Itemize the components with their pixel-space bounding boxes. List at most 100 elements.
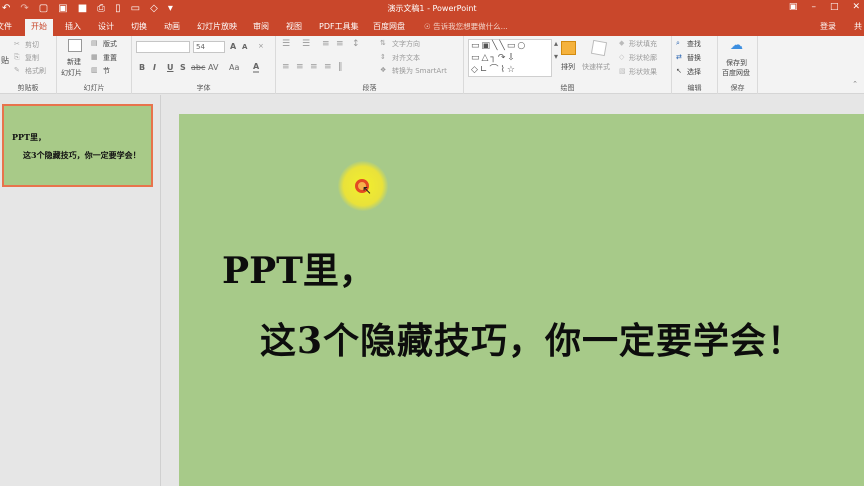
tab-insert[interactable]: 插入 bbox=[65, 21, 81, 33]
group-paragraph: ☰ ☰ ≡ ≡ ↕ ≡ ≡ ≡ ≡ ‖ ⇅ 文字方向 ⇕ 对齐文本 ❖ 转换为 … bbox=[276, 36, 464, 94]
restore-icon[interactable]: □ bbox=[830, 2, 839, 12]
share-button[interactable]: 共 bbox=[854, 21, 862, 32]
save-to-label-1[interactable]: 保存到 bbox=[726, 58, 747, 68]
align-left-icon[interactable]: ≡ bbox=[282, 62, 290, 72]
layout-icon: ▤ bbox=[91, 39, 98, 47]
slide-thumbnail-1[interactable]: PPT里， 这3个隐藏技巧，你一定要学会！ bbox=[2, 104, 153, 187]
minimize-icon[interactable]: – bbox=[811, 2, 816, 12]
new-slide-label-1[interactable]: 新建 bbox=[67, 57, 81, 67]
smartart-icon: ❖ bbox=[380, 66, 387, 74]
copy-icon: ⎘ bbox=[14, 53, 20, 61]
char-spacing-button[interactable]: AV bbox=[208, 63, 218, 72]
shape-effects-button[interactable]: 形状效果 bbox=[629, 67, 657, 77]
shapes-scroll-down-icon[interactable]: ▾ bbox=[554, 52, 558, 61]
reset-button[interactable]: 重置 bbox=[103, 53, 117, 63]
shapes-scroll-up-icon[interactable]: ▴ bbox=[554, 39, 558, 48]
copy-button[interactable]: 复制 bbox=[25, 53, 39, 63]
increase-indent-icon[interactable]: ≡ bbox=[336, 39, 344, 49]
new-slide-label-2[interactable]: 幻灯片 bbox=[61, 68, 82, 78]
collapse-ribbon-icon[interactable]: ⌃ bbox=[852, 80, 858, 88]
shape-outline-button[interactable]: 形状轮廓 bbox=[629, 53, 657, 63]
section-button[interactable]: 节 bbox=[103, 66, 110, 76]
tell-me-search[interactable]: ☉ 告诉我您想要做什么... bbox=[424, 21, 508, 32]
group-font: 54 A A ⨯ B I U S abc AV Aa A 字体 bbox=[132, 36, 276, 94]
shape-outline-icon: ◇ bbox=[619, 53, 625, 61]
cut-button[interactable]: 剪切 bbox=[25, 40, 39, 50]
group-label: 保存 bbox=[730, 84, 745, 92]
slide-thumbnails-pane: PPT里， 这3个隐藏技巧，你一定要学会！ bbox=[0, 95, 160, 486]
pane-divider[interactable] bbox=[160, 95, 161, 486]
font-size-field[interactable]: 54 bbox=[193, 41, 225, 53]
strikethrough-button[interactable]: abc bbox=[191, 63, 205, 72]
paste-button[interactable]: 贴 bbox=[1, 55, 9, 66]
tab-home[interactable]: 开始 bbox=[25, 19, 53, 36]
cut-icon: ✂ bbox=[14, 40, 20, 48]
slide-canvas[interactable]: PPT里， 这3个隐藏技巧，你一定要学会！ bbox=[179, 114, 864, 486]
shrink-font-button[interactable]: A bbox=[242, 43, 247, 51]
tab-animations[interactable]: 动画 bbox=[164, 21, 180, 33]
find-button[interactable]: 查找 bbox=[687, 39, 701, 49]
select-button[interactable]: 选择 bbox=[687, 67, 701, 77]
align-right-icon[interactable]: ≡ bbox=[310, 62, 318, 72]
align-text-button[interactable]: 对齐文本 bbox=[392, 53, 420, 63]
tab-transitions[interactable]: 切换 bbox=[131, 21, 147, 33]
thumbnail-line-1: PPT里， bbox=[12, 132, 46, 142]
ribbon-display-options-icon[interactable]: ▣ bbox=[789, 2, 798, 12]
replace-button[interactable]: 替换 bbox=[687, 53, 701, 63]
window-title: 演示文稿1 - PowerPoint bbox=[387, 4, 477, 13]
group-editing: ⌕ 查找 ⇄ 替换 ↖ 选择 编辑 bbox=[672, 36, 718, 94]
layout-button[interactable]: 版式 bbox=[103, 39, 117, 49]
numbering-icon[interactable]: ☰ bbox=[302, 39, 310, 49]
slide-title-line-1[interactable]: PPT里， bbox=[222, 242, 375, 294]
decrease-indent-icon[interactable]: ≡ bbox=[322, 39, 330, 49]
underline-button[interactable]: U bbox=[167, 63, 174, 72]
tab-slideshow[interactable]: 幻灯片放映 bbox=[197, 21, 237, 33]
arrange-button[interactable]: 排列 bbox=[561, 62, 575, 72]
section-icon: ▥ bbox=[91, 66, 98, 74]
shape-fill-button[interactable]: 形状填充 bbox=[629, 39, 657, 49]
italic-button[interactable]: I bbox=[153, 63, 156, 72]
convert-smartart-button[interactable]: 转换为 SmartArt bbox=[392, 66, 447, 76]
format-painter-button[interactable]: 格式刷 bbox=[25, 66, 46, 76]
group-slides: 新建 幻灯片 ▤ 版式 ▦ 重置 ▥ 节 幻灯片 bbox=[57, 36, 132, 94]
ribbon-home: 贴 ✂ 剪切 ⎘ 复制 ✎ 格式刷 剪贴板 新建 幻灯片 ▤ 版式 ▦ 重置 ▥… bbox=[0, 36, 864, 94]
text-direction-button[interactable]: 文字方向 bbox=[392, 39, 420, 49]
justify-icon[interactable]: ≡ bbox=[324, 62, 332, 72]
bullets-icon[interactable]: ☰ bbox=[282, 39, 290, 49]
group-save: ☁ 保存到 百度网盘 保存 bbox=[718, 36, 758, 94]
mouse-pointer-icon: ↖ bbox=[362, 183, 373, 197]
tab-view[interactable]: 视图 bbox=[286, 21, 302, 33]
quick-styles-button[interactable]: 快速样式 bbox=[582, 62, 610, 72]
change-case-button[interactable]: Aa bbox=[229, 63, 239, 72]
login-link[interactable]: 登录 bbox=[820, 21, 836, 32]
columns-icon[interactable]: ‖ bbox=[338, 62, 343, 72]
shapes-gallery[interactable]: ▭▣╲╲▭○ ▭△┐↷⇩ ◇∟⌒⌇☆ bbox=[468, 39, 552, 77]
font-color-button[interactable]: A bbox=[253, 62, 260, 73]
tab-pdf-tools[interactable]: PDF工具集 bbox=[319, 21, 359, 33]
bold-button[interactable]: B bbox=[139, 63, 145, 72]
font-name-field[interactable] bbox=[136, 41, 190, 53]
grow-font-button[interactable]: A bbox=[230, 42, 236, 51]
arrange-icon bbox=[561, 41, 576, 55]
clear-format-icon[interactable]: ⨯ bbox=[258, 42, 264, 50]
tab-design[interactable]: 设计 bbox=[98, 21, 114, 33]
close-icon[interactable]: ✕ bbox=[852, 2, 860, 12]
shadow-button[interactable]: S bbox=[180, 63, 186, 72]
group-label: 段落 bbox=[362, 84, 377, 92]
tab-review[interactable]: 审阅 bbox=[253, 21, 269, 33]
save-to-label-2[interactable]: 百度网盘 bbox=[722, 68, 750, 78]
replace-icon: ⇄ bbox=[676, 53, 682, 61]
slide-title-line-2[interactable]: 这3个隐藏技巧，你一定要学会！ bbox=[260, 312, 804, 364]
title-bar: ↶ ↷ ▢ ▣ ■ ⎙ ▯ ▭ ◇ ▾ 演示文稿1 - PowerPoint ▣… bbox=[0, 0, 864, 18]
thumbnail-line-2: 这3个隐藏技巧，你一定要学会！ bbox=[23, 150, 141, 160]
group-clipboard: 贴 ✂ 剪切 ⎘ 复制 ✎ 格式刷 剪贴板 bbox=[0, 36, 57, 94]
find-icon: ⌕ bbox=[676, 39, 680, 47]
tab-file[interactable]: 文件 bbox=[0, 21, 12, 33]
line-spacing-icon[interactable]: ↕ bbox=[352, 39, 360, 49]
tab-baidu-netdisk[interactable]: 百度网盘 bbox=[373, 21, 405, 33]
group-label: 剪贴板 bbox=[17, 84, 39, 92]
window-controls: ▣ – □ ✕ bbox=[789, 2, 860, 12]
align-center-icon[interactable]: ≡ bbox=[296, 62, 304, 72]
shape-fill-icon: ◆ bbox=[619, 39, 625, 47]
shape-effects-icon: ▧ bbox=[619, 67, 626, 75]
